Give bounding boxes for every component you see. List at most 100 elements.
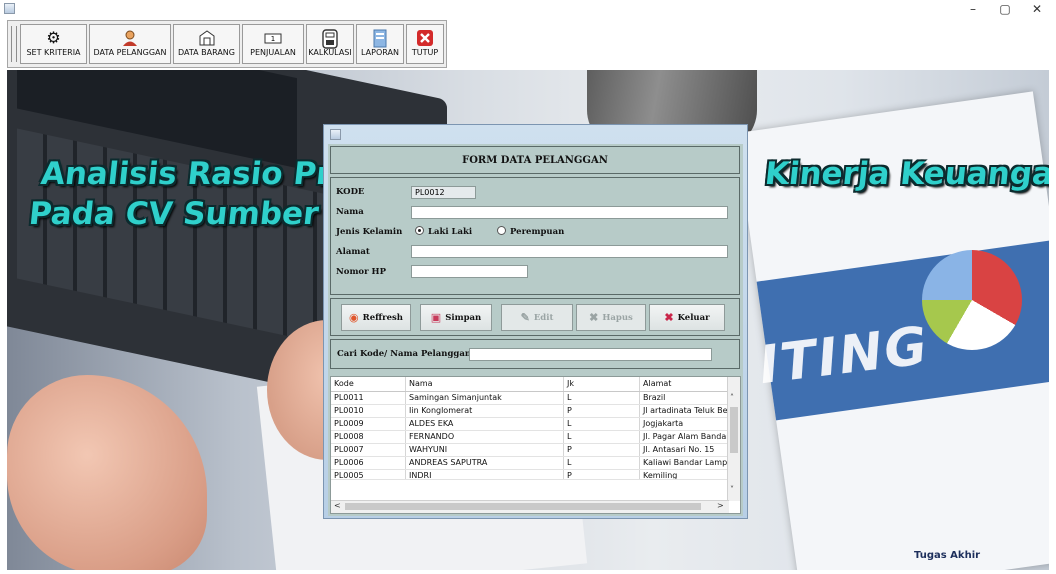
- cell-jk: L: [564, 457, 640, 469]
- cell-nama: FERNANDO: [406, 431, 564, 443]
- exit-label: Keluar: [677, 312, 710, 323]
- dialog-icon: [330, 129, 341, 140]
- set-kriteria-label: SET KRITERIA: [26, 48, 81, 57]
- penjualan-button[interactable]: 1 PENJUALAN: [242, 24, 304, 64]
- edit-button[interactable]: ✎ Edit: [501, 304, 573, 331]
- cell-alamat: Jl. Antasari No. 15: [640, 444, 729, 456]
- table-row[interactable]: PL0008 FERNANDO L Jl. Pagar Alam Bandarl…: [331, 431, 729, 444]
- table-row[interactable]: PL0005 INDRI P Kemiling: [331, 470, 729, 480]
- laporan-button[interactable]: LAPORAN: [356, 24, 404, 64]
- refresh-button[interactable]: ◉ Reffresh: [341, 304, 411, 331]
- floppy-icon: ▣: [430, 311, 442, 324]
- cell-jk: P: [564, 405, 640, 417]
- minimize-button[interactable]: –: [958, 0, 988, 18]
- vertical-scrollbar[interactable]: ˄ ˅: [727, 377, 740, 501]
- cell-kode: PL0005: [331, 470, 406, 479]
- cell-alamat: Kaliawi Bandar Lampung: [640, 457, 729, 469]
- delete-button[interactable]: ✖ Hapus: [576, 304, 646, 331]
- hand-graphic: [7, 375, 207, 570]
- kode-label: KODE: [336, 187, 365, 197]
- scroll-right-arrow-icon[interactable]: >: [717, 501, 724, 510]
- cell-kode: PL0008: [331, 431, 406, 443]
- scroll-up-arrow-icon[interactable]: ˄: [730, 393, 734, 402]
- scroll-down-arrow-icon[interactable]: ˅: [730, 485, 734, 494]
- exit-icon: ✖: [664, 311, 674, 324]
- nama-label: Nama: [336, 207, 364, 217]
- table-header: Kode Nama Jk Alamat: [331, 377, 729, 392]
- calculator-icon: [321, 29, 339, 49]
- nama-field[interactable]: [411, 206, 728, 219]
- cell-alamat: Jl artadinata Teluk Betu: [640, 405, 729, 417]
- column-header-alamat[interactable]: Alamat: [640, 377, 729, 391]
- radio-perempuan-label: Perempuan: [510, 227, 565, 237]
- radio-perempuan[interactable]: Perempuan: [497, 226, 564, 237]
- tutup-button[interactable]: TUTUP: [406, 24, 444, 64]
- kalkulasi-button[interactable]: KALKULASI: [306, 24, 354, 64]
- cell-kode: PL0009: [331, 418, 406, 430]
- toolbar-grip[interactable]: [11, 26, 17, 62]
- delete-label: Hapus: [602, 312, 633, 323]
- kalkulasi-label: KALKULASI: [308, 48, 352, 57]
- column-header-jk[interactable]: Jk: [564, 377, 640, 391]
- dialog-body: FORM DATA PELANGGAN KODE Nama Jenis Kela…: [328, 144, 743, 516]
- horizontal-scroll-thumb[interactable]: [345, 503, 701, 510]
- search-label: Cari Kode/ Nama Pelanggan: [337, 349, 472, 359]
- banner-title-line1-right: Kinerja Keuangan: [763, 156, 1049, 192]
- action-buttons-panel: ◉ Reffresh ▣ Simpan ✎ Edit ✖ Hapus ✖ Kel…: [330, 298, 740, 336]
- radio-laki-laki-label: Laki Laki: [428, 227, 473, 237]
- cash-icon: 1: [264, 29, 282, 47]
- close-icon: [416, 29, 434, 47]
- data-barang-label: DATA BARANG: [177, 48, 235, 57]
- gear-icon: ⚙: [46, 28, 61, 47]
- pie-chart-graphic: [922, 250, 1022, 350]
- close-window-button[interactable]: ✕: [1022, 0, 1052, 18]
- search-input[interactable]: [469, 348, 712, 361]
- table-row[interactable]: PL0010 Iin Konglomerat P Jl artadinata T…: [331, 405, 729, 418]
- app-icon: [4, 3, 15, 14]
- form-title: FORM DATA PELANGGAN: [330, 146, 740, 174]
- exit-button[interactable]: ✖ Keluar: [649, 304, 725, 331]
- maximize-button[interactable]: ▢: [990, 0, 1020, 18]
- customer-form-dialog: FORM DATA PELANGGAN KODE Nama Jenis Kela…: [323, 124, 748, 519]
- cell-alamat: Jl. Pagar Alam Bandarla: [640, 431, 729, 443]
- nomor-hp-label: Nomor HP: [336, 267, 386, 277]
- cell-jk: P: [564, 444, 640, 456]
- cell-nama: ALDES EKA: [406, 418, 564, 430]
- refresh-icon: ◉: [349, 311, 359, 324]
- cell-nama: ANDREAS SAPUTRA: [406, 457, 564, 469]
- cell-alamat: Kemiling: [640, 470, 729, 479]
- report-icon: [371, 29, 389, 48]
- form-fields-panel: KODE Nama Jenis Kelamin Laki Laki Peremp…: [330, 177, 740, 295]
- radio-laki-laki[interactable]: Laki Laki: [415, 226, 472, 237]
- vertical-scroll-thumb[interactable]: [730, 407, 738, 453]
- table-row[interactable]: PL0009 ALDES EKA L Jogjakarta: [331, 418, 729, 431]
- main-toolbar: ⚙ SET KRITERIA DATA PELANGGAN DATA BARAN…: [7, 20, 447, 68]
- data-barang-button[interactable]: DATA BARANG: [173, 24, 240, 64]
- set-kriteria-button[interactable]: ⚙ SET KRITERIA: [20, 24, 87, 64]
- window-titlebar: – ▢ ✕: [0, 0, 1056, 18]
- cell-alamat: Brazil: [640, 392, 729, 404]
- delete-icon: ✖: [589, 311, 599, 324]
- column-header-nama[interactable]: Nama: [406, 377, 564, 391]
- table-row[interactable]: PL0011 Samingan Simanjuntak L Brazil: [331, 392, 729, 405]
- scroll-left-arrow-icon[interactable]: <: [334, 501, 341, 510]
- edit-label: Edit: [533, 312, 554, 323]
- cell-kode: PL0010: [331, 405, 406, 417]
- customer-icon: [121, 29, 139, 47]
- table-row[interactable]: PL0006 ANDREAS SAPUTRA L Kaliawi Bandar …: [331, 457, 729, 470]
- nomor-hp-field[interactable]: [411, 265, 528, 278]
- horizontal-scrollbar[interactable]: < >: [331, 500, 729, 513]
- table-row[interactable]: PL0007 WAHYUNI P Jl. Antasari No. 15: [331, 444, 729, 457]
- save-button[interactable]: ▣ Simpan: [420, 304, 492, 331]
- column-header-kode[interactable]: Kode: [331, 377, 406, 391]
- cell-nama: Iin Konglomerat: [406, 405, 564, 417]
- cell-jk: P: [564, 470, 640, 479]
- customer-table: Kode Nama Jk Alamat PL0011 Samingan Sima…: [330, 376, 741, 514]
- laporan-label: LAPORAN: [361, 48, 399, 57]
- box-icon: [198, 29, 216, 47]
- cell-kode: PL0006: [331, 457, 406, 469]
- kode-field[interactable]: [411, 186, 476, 199]
- cell-nama: Samingan Simanjuntak: [406, 392, 564, 404]
- data-pelanggan-button[interactable]: DATA PELANGGAN: [89, 24, 171, 64]
- alamat-field[interactable]: [411, 245, 728, 258]
